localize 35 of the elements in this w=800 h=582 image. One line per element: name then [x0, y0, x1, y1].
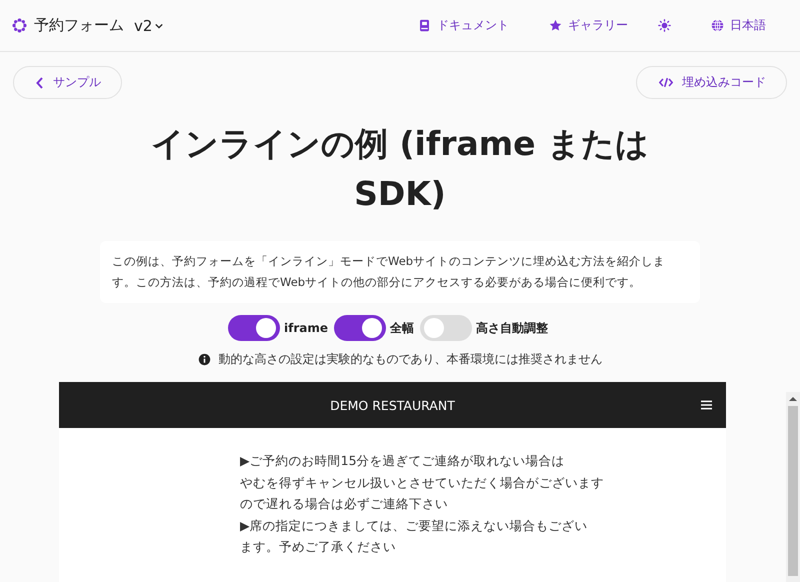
menu-icon[interactable] [701, 400, 712, 410]
docs-link[interactable]: ドキュメント [418, 17, 509, 34]
scrollbar[interactable] [786, 392, 800, 582]
star-icon [549, 19, 562, 32]
info-icon [198, 353, 210, 366]
sun-icon [658, 19, 671, 32]
back-button[interactable]: サンプル [13, 66, 122, 99]
gallery-link[interactable]: ギャラリー [549, 17, 628, 34]
version-dropdown[interactable]: v2 [134, 16, 164, 34]
language-link[interactable]: 日本語 [711, 17, 766, 34]
globe-icon [711, 19, 724, 32]
toggle-label: iframe [284, 321, 328, 335]
toggle-switch[interactable] [420, 315, 472, 341]
toggle-switch[interactable] [334, 315, 386, 341]
toggle-label: 高さ自動調整 [476, 320, 548, 336]
policy-text-line: ▶席の指定につきましては、ご要望に添えない場合もござい [240, 516, 589, 534]
brand-name: 予約フォーム [34, 16, 124, 35]
description-text: この例は、予約フォームを「インライン」モードでWebサイトのコンテンツに埋め込む方法を紹介します。この方法は、予約の過程でWebサイトの他の部分にアクセスする必要がある場合に便利です。 [100, 241, 700, 303]
policy-text-line: ます。予めご了承ください [240, 538, 397, 556]
restaurant-title: DEMO RESTAURANT [330, 398, 455, 412]
policy-text-line: ▶ご予約のお時間15分を過ぎてご連絡が取れない場合は [240, 452, 566, 470]
policy-text-line: やむを得ずキャンセル扱いとさせていただく場合がございます [240, 474, 605, 492]
toggle-switch[interactable] [228, 315, 280, 341]
embed-code-button[interactable]: 埋め込みコード [636, 66, 787, 99]
logo-icon [12, 18, 27, 33]
scroll-up-arrow-icon[interactable] [789, 396, 797, 402]
policy-text-line: ので遅れる場合は必ずご連絡下さい [240, 495, 449, 513]
chevron-down-icon [155, 22, 164, 28]
code-icon [659, 77, 673, 88]
book-icon [418, 19, 431, 32]
chevron-left-icon [36, 76, 44, 88]
notice-text: 動的な高さの設定は実験的なものであり、本番環境には推奨されません [218, 351, 602, 368]
theme-toggle[interactable] [658, 19, 671, 32]
toggle-label: 全幅 [390, 320, 414, 336]
page-title: インラインの例 (iframe または SDK) [150, 123, 650, 215]
